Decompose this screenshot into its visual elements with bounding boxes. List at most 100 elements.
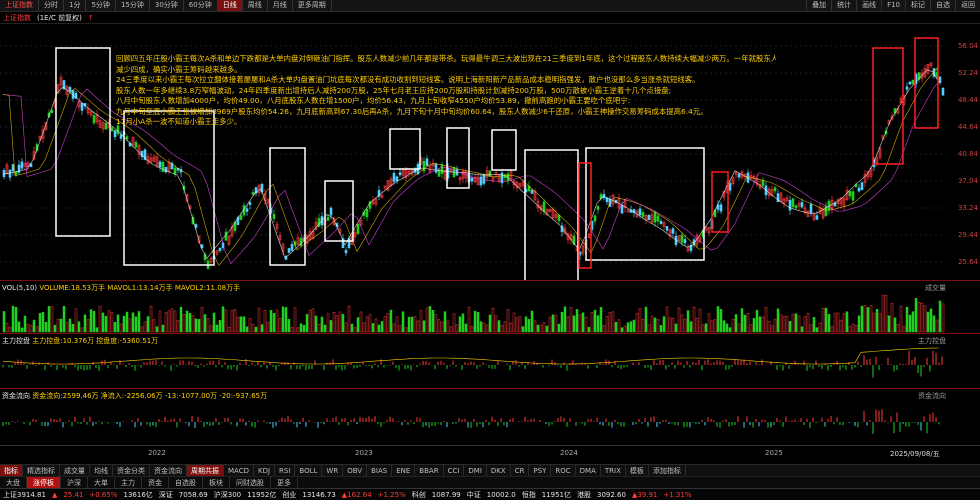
volume-bar: [773, 318, 777, 333]
volume-bar: [821, 307, 825, 333]
volume-bar: [392, 323, 396, 333]
volume-bar: [98, 305, 102, 333]
toolbar-button[interactable]: F10: [881, 0, 905, 11]
highlight-box: [491, 129, 517, 171]
volume-panel[interactable]: VOL(5,10) VOLUME:18.53万手 MAVOL1:13.14万手 …: [0, 282, 980, 334]
indicator-tab[interactable]: TRIX: [601, 464, 626, 477]
indicator-tab[interactable]: RSI: [275, 464, 296, 477]
volume-bar: [932, 315, 936, 333]
period-tab[interactable]: 月线: [268, 0, 293, 11]
volume-bar: [110, 311, 114, 333]
adjust-mode[interactable]: (1E/C 前复权): [34, 13, 85, 23]
volume-bar: [482, 322, 486, 333]
indicator-tab[interactable]: CCI: [444, 464, 465, 477]
volume-bar: [734, 314, 738, 333]
indicator-tab[interactable]: 资金流向: [150, 464, 187, 477]
indicator-tab[interactable]: BIAS: [367, 464, 393, 477]
volume-bar: [68, 318, 72, 333]
market-tab[interactable]: 更多: [271, 476, 298, 489]
indicator-tab[interactable]: CR: [511, 464, 530, 477]
control-panel[interactable]: 主力控盘 主力控盘:10.376万 控盘度:-5360.51万 主力控盘: [0, 335, 980, 389]
status-item: ▲: [51, 490, 58, 499]
fund-flow-panel[interactable]: 资金流向 资金流向:2599.46万 净流入:-2256.06万 -13:-10…: [0, 390, 980, 446]
volume-bar: [158, 310, 162, 333]
indicator-tab[interactable]: KDJ: [254, 464, 276, 477]
volume-bar: [389, 309, 393, 333]
volume-bar: [176, 320, 180, 333]
indicator-tab[interactable]: 添加指标: [649, 464, 686, 477]
market-tab[interactable]: 主力: [115, 476, 142, 489]
volume-bar: [167, 310, 171, 333]
indicator-tab[interactable]: 指标: [0, 464, 23, 477]
candle-body: [683, 239, 687, 244]
market-tab[interactable]: 大盘: [0, 476, 27, 489]
market-tab[interactable]: 板块: [203, 476, 230, 489]
period-tab[interactable]: 30分钟: [150, 0, 184, 11]
indicator-tab[interactable]: DMI: [464, 464, 487, 477]
indicator-tab[interactable]: 资金分类: [113, 464, 150, 477]
volume-bar: [839, 319, 843, 333]
indicator-tab[interactable]: ROC: [551, 464, 576, 477]
toolbar-button[interactable]: 标记: [905, 0, 930, 11]
volume-bar: [716, 306, 720, 333]
volume-bar: [680, 314, 684, 333]
market-tab[interactable]: 沪深: [61, 476, 88, 489]
indicator-tab[interactable]: OBV: [343, 464, 368, 477]
period-tab[interactable]: 周线: [243, 0, 268, 11]
volume-bar: [308, 310, 312, 333]
volume-bar: [44, 321, 48, 333]
indicator-tab[interactable]: PSY: [529, 464, 552, 477]
market-tab[interactable]: 自选股: [169, 476, 203, 489]
volume-bar: [497, 320, 501, 333]
volume-bar: [851, 323, 855, 333]
indicator-tab[interactable]: DKX: [487, 464, 511, 477]
indicator-tab[interactable]: 模板: [626, 464, 649, 477]
toolbar-button[interactable]: 统计: [831, 0, 856, 11]
market-tab[interactable]: 问财选股: [230, 476, 271, 489]
indicator-tab[interactable]: WR: [322, 464, 344, 477]
period-tab[interactable]: 5分钟: [86, 0, 116, 11]
candle-body: [908, 81, 912, 85]
candle-body: [809, 203, 813, 214]
candle-body: [134, 142, 138, 148]
volume-bar: [656, 319, 660, 333]
kline-chart[interactable]: 回顾四五年庄股小霸王每次A杀和单边下跌都是大单内盘对倒砸油门指挥。股东人数减少前…: [0, 24, 980, 281]
toolbar-button[interactable]: 返回: [955, 0, 980, 11]
period-tab[interactable]: 日线: [217, 0, 243, 11]
market-tab[interactable]: 大单: [88, 476, 115, 489]
candle-body: [2, 170, 6, 178]
period-tab[interactable]: 分时: [39, 0, 64, 11]
status-item: ▲162.64: [341, 490, 372, 499]
volume-bar: [914, 298, 918, 333]
volume-panel-title: VOL(5,10) VOLUME:18.53万手 MAVOL1:13.14万手 …: [2, 284, 241, 292]
candle-body: [605, 197, 609, 203]
volume-bar: [17, 321, 21, 333]
volume-bar: [407, 316, 411, 333]
period-tab[interactable]: 15分钟: [116, 0, 150, 11]
indicator-tab[interactable]: BOLL: [295, 464, 323, 477]
highlight-box: [389, 128, 421, 170]
market-tab[interactable]: 资金: [142, 476, 169, 489]
volume-bar: [611, 311, 615, 333]
volume-bar: [638, 308, 642, 333]
indicator-tab[interactable]: 成交量: [60, 464, 90, 477]
toolbar-button[interactable]: 自选: [930, 0, 955, 11]
period-tab[interactable]: 60分钟: [184, 0, 218, 11]
indicator-tab[interactable]: BBAR: [415, 464, 444, 477]
volume-bar: [593, 309, 597, 333]
indicator-tab[interactable]: ENE: [392, 464, 416, 477]
market-tab[interactable]: 涨停板: [27, 476, 61, 489]
indicator-tab[interactable]: DMA: [576, 464, 601, 477]
indicator-tab[interactable]: MACD: [224, 464, 254, 477]
indicator-tab[interactable]: 周期共振: [187, 464, 224, 477]
period-tab[interactable]: 1分: [64, 0, 87, 11]
period-tab[interactable]: 更多周期: [293, 0, 332, 11]
volume-bar: [812, 316, 816, 333]
toolbar-button[interactable]: 叠加: [806, 0, 831, 11]
toolbar-button[interactable]: 画线: [856, 0, 881, 11]
candle-body: [317, 218, 321, 227]
volume-bar: [299, 323, 303, 333]
indicator-tab[interactable]: 均线: [90, 464, 113, 477]
candle-body: [248, 202, 252, 205]
indicator-tab[interactable]: 精选指标: [23, 464, 60, 477]
